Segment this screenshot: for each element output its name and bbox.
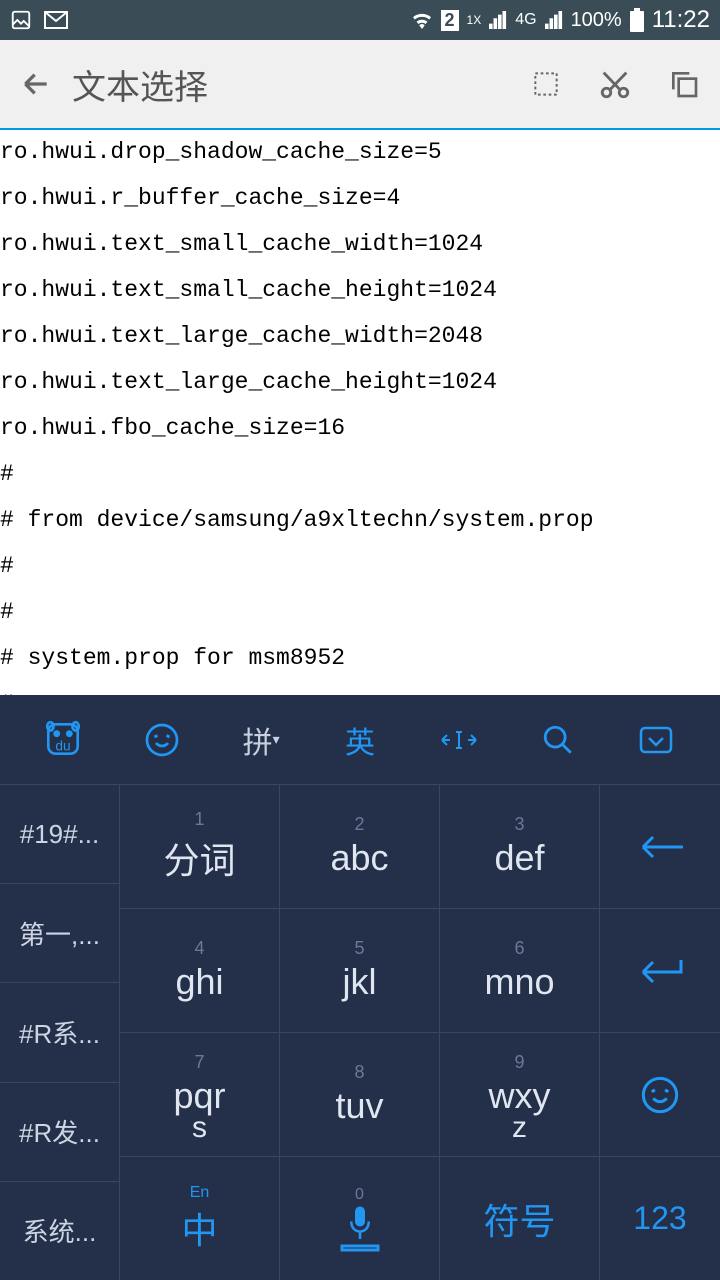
code-line[interactable]: #: [0, 463, 720, 486]
numeric-key[interactable]: 123: [600, 1157, 720, 1280]
battery-percent: 100%: [571, 9, 622, 32]
signal-icon-2: [545, 11, 563, 29]
suggestion-column: #19#... 第一,... #R系... #R发... 系统...: [0, 785, 120, 1280]
keyboard-grid: 1分词 2abc 3def 4ghi 5jkl 6mno 7pqrs 8tuv …: [120, 785, 720, 1280]
code-line[interactable]: ro.hwui.text_large_cache_width=2048: [0, 325, 720, 348]
code-line[interactable]: ro.hwui.fbo_cache_size=16: [0, 417, 720, 440]
signal-icon-1: [489, 11, 507, 29]
symbol-key[interactable]: 符号: [440, 1157, 600, 1280]
mail-icon: [44, 11, 68, 29]
voice-key[interactable]: 0: [280, 1157, 440, 1280]
clock: 11:22: [652, 6, 710, 34]
enter-key[interactable]: [600, 909, 720, 1032]
pinyin-mode[interactable]: 拼▾: [226, 718, 296, 762]
emoji-key[interactable]: [600, 1033, 720, 1156]
emoji-button[interactable]: [127, 722, 197, 758]
search-button[interactable]: [523, 723, 593, 757]
english-mode[interactable]: 英: [325, 718, 395, 762]
back-button[interactable]: [20, 68, 52, 100]
key-3-def[interactable]: 3def: [440, 785, 600, 908]
copy-button[interactable]: [668, 68, 700, 100]
svg-text:du: du: [56, 738, 71, 753]
code-line[interactable]: ro.hwui.text_small_cache_height=1024: [0, 279, 720, 302]
code-line[interactable]: # system.prop for msm8952: [0, 647, 720, 670]
select-all-button[interactable]: [530, 68, 562, 100]
image-icon: [10, 9, 32, 31]
cut-button[interactable]: [598, 67, 632, 101]
cursor-mode-button[interactable]: [424, 725, 494, 755]
network-sub: 1X: [467, 13, 482, 27]
sim-indicator: 2: [441, 10, 459, 31]
suggestion-item[interactable]: 系统...: [0, 1182, 119, 1280]
code-line[interactable]: ro.hwui.text_small_cache_width=1024: [0, 233, 720, 256]
code-line[interactable]: # from device/samsung/a9xltechn/system.p…: [0, 509, 720, 532]
network-label: 4G: [515, 11, 536, 29]
suggestion-item[interactable]: #R系...: [0, 983, 119, 1082]
app-title: 文本选择: [72, 60, 530, 109]
code-line[interactable]: ro.hwui.drop_shadow_cache_size=5: [0, 141, 720, 164]
key-8-tuv[interactable]: 8tuv: [280, 1033, 440, 1156]
key-4-ghi[interactable]: 4ghi: [120, 909, 280, 1032]
status-bar: 2 1X 4G 100% 11:22: [0, 0, 720, 40]
key-5-jkl[interactable]: 5jkl: [280, 909, 440, 1032]
code-line[interactable]: #: [0, 555, 720, 578]
app-bar: 文本选择: [0, 40, 720, 130]
code-line[interactable]: ro.hwui.r_buffer_cache_size=4: [0, 187, 720, 210]
code-line[interactable]: ro.hwui.text_large_cache_height=1024: [0, 371, 720, 394]
language-toggle-key[interactable]: En中: [120, 1157, 280, 1280]
backspace-key[interactable]: [600, 785, 720, 908]
suggestion-item[interactable]: #R发...: [0, 1083, 119, 1182]
baidu-logo-icon[interactable]: du: [28, 719, 98, 761]
suggestion-item[interactable]: 第一,...: [0, 884, 119, 983]
code-line[interactable]: #: [0, 601, 720, 624]
keyboard: du 拼▾ 英 #19#... 第一,... #R系... #R发... 系统.…: [0, 695, 720, 1280]
key-9-wxyz[interactable]: 9wxyz: [440, 1033, 600, 1156]
collapse-keyboard-button[interactable]: [621, 720, 691, 760]
wifi-icon: [411, 11, 433, 29]
key-2-abc[interactable]: 2abc: [280, 785, 440, 908]
battery-icon: [630, 8, 644, 32]
key-6-mno[interactable]: 6mno: [440, 909, 600, 1032]
key-1[interactable]: 1分词: [120, 785, 280, 908]
keyboard-toolbar: du 拼▾ 英: [0, 695, 720, 785]
key-7-pqrs[interactable]: 7pqrs: [120, 1033, 280, 1156]
suggestion-item[interactable]: #19#...: [0, 785, 119, 884]
